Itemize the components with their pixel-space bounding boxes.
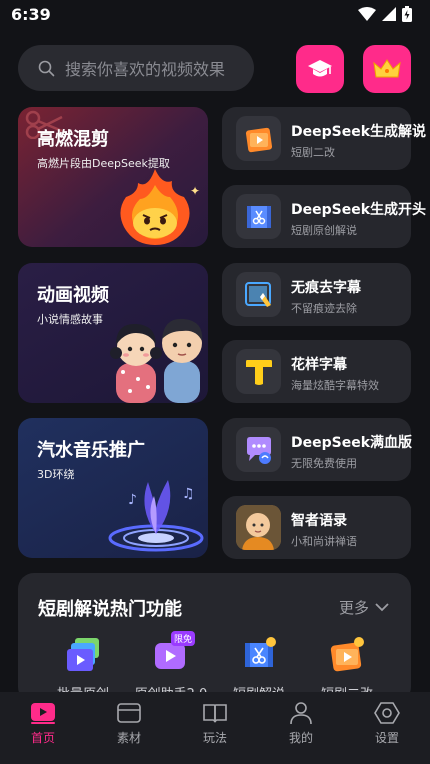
svg-text:♪: ♪ [128, 492, 137, 508]
home-play-icon [31, 703, 55, 724]
status-time: 6:39 [11, 5, 51, 24]
nav-settings[interactable]: 设置 [344, 692, 430, 764]
card-title: 智者语录 [291, 513, 347, 529]
card-title: 无痕去字幕 [291, 280, 361, 296]
cartoon-couple-icon [110, 318, 203, 403]
nav-label: 首页 [30, 731, 55, 745]
more-label: 更多 [338, 599, 369, 617]
card-soda-music-promo[interactable]: 汽水音乐推广 3D环绕 ♪ ♫ [18, 418, 208, 558]
card-subtitle: 海量炫酷字幕特效 [291, 379, 379, 392]
hot-features-section: 短剧解说热门功能 更多 批量原创 限免 原创助手2.0 短剧解说 短剧二改 [18, 573, 411, 703]
film-play-icon [245, 127, 272, 152]
folder-icon [117, 703, 141, 723]
card-remove-subtitles[interactable]: 无痕去字幕 不留痕迹去除 [222, 263, 411, 326]
card-subtitle: 小说情感故事 [37, 313, 103, 326]
battery-icon [402, 6, 412, 22]
nav-materials[interactable]: 素材 [86, 692, 172, 764]
chevron-down-icon [375, 603, 389, 612]
nav-label: 设置 [374, 731, 399, 745]
section-title: 短剧解说热门功能 [38, 599, 182, 620]
book-icon [203, 704, 227, 723]
card-subtitle: 不留痕迹去除 [291, 302, 357, 315]
nav-play-modes[interactable]: 玩法 [172, 692, 258, 764]
search-icon [38, 60, 55, 76]
crown-icon [373, 59, 401, 78]
svg-text:♫: ♫ [182, 486, 195, 502]
card-subtitle: 无限免费使用 [291, 457, 357, 470]
person-icon [290, 702, 312, 725]
chat-bubble-icon [246, 436, 271, 464]
card-wise-quotes[interactable]: 智者语录 小和尚讲禅语 [222, 496, 411, 559]
fire-mascot-icon: ✦ [120, 169, 200, 245]
more-link[interactable]: 更多 [339, 597, 389, 618]
film-scissors-icon [245, 637, 276, 667]
card-title: 动画视频 [37, 285, 109, 306]
cellular-signal-icon [382, 7, 396, 21]
card-title: DeepSeek生成开头 [291, 202, 427, 218]
nav-home[interactable]: 首页 [0, 692, 86, 764]
free-badge: 限免 [171, 631, 196, 646]
bottom-nav: 首页 素材 玩法 我的 设置 [0, 692, 430, 764]
status-bar: 6:39 [0, 0, 430, 30]
card-deepseek-narration[interactable]: DeepSeek生成解说 短剧二改 [222, 107, 426, 170]
search-input[interactable]: 搜索你喜欢的视频效果 [18, 45, 254, 91]
card-fancy-subtitles[interactable]: 花样字幕 海量炫酷字幕特效 [222, 340, 411, 403]
film-play-icon [330, 637, 364, 672]
batch-film-icon [67, 638, 99, 671]
svg-text:✦: ✦ [190, 184, 200, 198]
card-title: 高燃混剪 [37, 129, 109, 150]
monk-avatar-icon [236, 505, 281, 550]
card-subtitle: 短剧二改 [291, 146, 335, 159]
search-placeholder: 搜索你喜欢的视频效果 [65, 60, 226, 79]
settings-icon [374, 702, 400, 724]
wifi-icon [358, 7, 376, 21]
film-scissors-icon [246, 205, 271, 228]
card-title: 汽水音乐推广 [37, 440, 145, 461]
card-subtitle: 短剧原创解说 [291, 224, 357, 237]
vip-button[interactable] [363, 45, 411, 93]
card-subtitle: 小和尚讲禅语 [291, 535, 357, 548]
graduation-cap-icon [308, 60, 332, 77]
card-title: 花样字幕 [291, 357, 347, 373]
nav-mine[interactable]: 我的 [258, 692, 344, 764]
letter-t-icon [245, 359, 272, 385]
status-icons [358, 6, 412, 22]
card-deepseek-opening[interactable]: DeepSeek生成开头 短剧原创解说 [222, 185, 426, 248]
nav-label: 我的 [288, 731, 313, 745]
card-animated-video[interactable]: 动画视频 小说情感故事 [18, 263, 208, 403]
subtitle-eraser-icon [244, 281, 271, 307]
courses-button[interactable] [296, 45, 344, 93]
card-title: DeepSeek满血版 [291, 435, 413, 451]
card-deepseek-full[interactable]: DeepSeek满血版 无限免费使用 [222, 418, 413, 481]
music-portal-icon: ♪ ♫ [108, 480, 204, 552]
card-title: DeepSeek生成解说 [291, 124, 427, 140]
card-subtitle: 3D环绕 [37, 468, 75, 481]
nav-label: 素材 [116, 731, 141, 745]
nav-label: 玩法 [202, 731, 227, 745]
card-highlight-mix[interactable]: 高燃混剪 高燃片段由DeepSeek提取 ✦ [18, 107, 208, 247]
